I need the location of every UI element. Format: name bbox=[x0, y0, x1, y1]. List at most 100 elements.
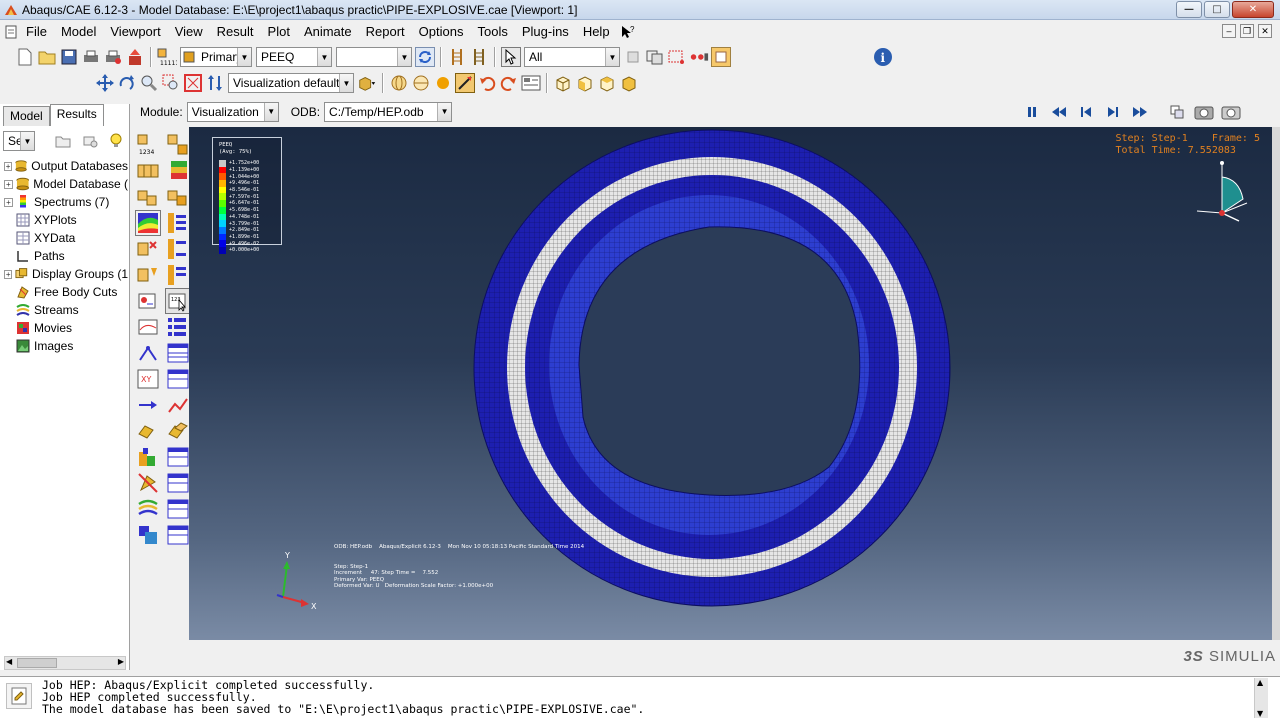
menu-model[interactable]: Model bbox=[54, 21, 103, 43]
view-manager-icon[interactable] bbox=[521, 73, 541, 93]
scroll-right-icon[interactable]: ▶ bbox=[118, 657, 124, 666]
symbol-options-icon[interactable] bbox=[165, 236, 191, 262]
render-cube-icon[interactable] bbox=[357, 73, 377, 93]
ladder-alt-icon[interactable] bbox=[469, 47, 489, 67]
tree-item-streams[interactable]: Streams bbox=[4, 301, 128, 319]
tree-item-display-groups[interactable]: + Display Groups (1 bbox=[4, 265, 128, 283]
zoom-icon[interactable] bbox=[139, 73, 159, 93]
close-button[interactable]: ✕ bbox=[1232, 1, 1274, 18]
plot-undeformed-icon[interactable]: 1234 bbox=[135, 132, 161, 158]
menu-tools[interactable]: Tools bbox=[470, 21, 514, 43]
contour-plot-icon[interactable] bbox=[135, 210, 161, 236]
menu-report[interactable]: Report bbox=[359, 21, 412, 43]
print-icon[interactable] bbox=[81, 47, 101, 67]
menu-help[interactable]: Help bbox=[576, 21, 617, 43]
material-orientation-options-icon[interactable] bbox=[165, 262, 191, 288]
contour-options-icon[interactable] bbox=[165, 210, 191, 236]
first-frame-icon[interactable] bbox=[1049, 102, 1069, 122]
rotate-icon[interactable] bbox=[117, 73, 137, 93]
open-folder-icon[interactable] bbox=[37, 47, 57, 67]
tree-item-xyplots[interactable]: XYPlots bbox=[4, 211, 128, 229]
plot-deformed-icon[interactable] bbox=[165, 132, 191, 158]
mdi-close-button[interactable]: ✕ bbox=[1258, 24, 1272, 38]
mdi-minimize-button[interactable]: – bbox=[1222, 24, 1236, 38]
filled-icon[interactable] bbox=[433, 73, 453, 93]
expand-icon[interactable]: + bbox=[4, 161, 13, 171]
maximize-button[interactable]: □ bbox=[1204, 1, 1230, 18]
hidden-line-icon[interactable] bbox=[411, 73, 431, 93]
menu-plugins[interactable]: Plug-ins bbox=[515, 21, 576, 43]
overlay-plot-icon[interactable]: 123 bbox=[165, 288, 191, 314]
session-combo[interactable]: Session ▼ bbox=[3, 131, 35, 151]
options-manager-icon[interactable] bbox=[165, 522, 191, 548]
scroll-down-icon[interactable]: ▼ bbox=[1257, 709, 1263, 718]
mdi-restore-button[interactable]: ❐ bbox=[1240, 24, 1254, 38]
tree-item-paths[interactable]: Paths bbox=[4, 247, 128, 265]
select-overlap-icon[interactable] bbox=[645, 47, 665, 67]
menu-animate[interactable]: Animate bbox=[297, 21, 359, 43]
selection-options-icon[interactable] bbox=[623, 47, 643, 67]
minimize-button[interactable]: — bbox=[1176, 1, 1202, 18]
menu-plot[interactable]: Plot bbox=[261, 21, 297, 43]
menu-result[interactable]: Result bbox=[210, 21, 261, 43]
previous-frame-icon[interactable] bbox=[1076, 102, 1096, 122]
info-icon[interactable]: i bbox=[873, 47, 893, 67]
menu-viewport[interactable]: Viewport bbox=[103, 21, 167, 43]
tree-item-free-body-cuts[interactable]: Free Body Cuts bbox=[4, 283, 128, 301]
lightbulb-icon[interactable] bbox=[106, 131, 126, 151]
display-options-icon[interactable] bbox=[135, 522, 161, 548]
scroll-thumb[interactable] bbox=[17, 658, 57, 668]
refresh-icon[interactable] bbox=[415, 47, 435, 67]
allow-multiple-plots-icon[interactable] bbox=[135, 288, 161, 314]
view-cut-manager-icon[interactable] bbox=[165, 444, 191, 470]
box-zoom-icon[interactable] bbox=[161, 73, 181, 93]
save-icon[interactable] bbox=[59, 47, 79, 67]
scroll-up-icon[interactable]: ▲ bbox=[1257, 678, 1263, 687]
select-elements-icon[interactable] bbox=[689, 47, 709, 67]
last-frame-icon[interactable] bbox=[1130, 102, 1150, 122]
variable-name-combo[interactable]: PEEQ ▼ bbox=[256, 47, 332, 67]
symbol-plot-icon[interactable] bbox=[135, 236, 161, 262]
capture-animation-icon[interactable] bbox=[1194, 102, 1214, 122]
tab-model[interactable]: Model bbox=[3, 106, 50, 126]
cycle-views-icon[interactable] bbox=[205, 73, 225, 93]
display-group-manager-icon[interactable] bbox=[165, 418, 191, 444]
create-xy-data-icon[interactable] bbox=[135, 340, 161, 366]
xy-plot-manager-icon[interactable] bbox=[165, 366, 191, 392]
wireframe-icon[interactable] bbox=[389, 73, 409, 93]
message-scrollbar[interactable]: ▲ ▼ bbox=[1254, 678, 1268, 718]
highlight-box-icon[interactable] bbox=[711, 47, 731, 67]
tab-results[interactable]: Results bbox=[49, 104, 104, 126]
plot-contours-deformed-icon[interactable] bbox=[165, 158, 191, 184]
auto-fit-icon[interactable] bbox=[183, 73, 203, 93]
camera-icon[interactable] bbox=[1221, 102, 1241, 122]
view-cut-icon[interactable] bbox=[135, 444, 161, 470]
module-combo[interactable]: Visualization ▼ bbox=[186, 101, 279, 122]
stream-plot-icon[interactable] bbox=[135, 496, 161, 522]
stream-manager-icon[interactable] bbox=[165, 496, 191, 522]
menu-options[interactable]: Options bbox=[412, 21, 471, 43]
plot-symbols-icon[interactable] bbox=[135, 184, 161, 210]
component-combo[interactable]: ▼ bbox=[336, 47, 412, 67]
expand-icon[interactable]: + bbox=[4, 179, 13, 189]
tree-item-movies[interactable]: Movies bbox=[4, 319, 128, 337]
next-frame-icon[interactable] bbox=[1103, 102, 1123, 122]
tree-horizontal-scrollbar[interactable]: ◀ ▶ bbox=[4, 656, 126, 670]
tree-item-model-database[interactable]: + Model Database ( bbox=[4, 175, 128, 193]
scroll-left-icon[interactable]: ◀ bbox=[6, 657, 12, 666]
selection-filter-combo[interactable]: All ▼ bbox=[524, 47, 620, 67]
frame-selector-icon[interactable] bbox=[1167, 102, 1187, 122]
material-orientation-plot-icon[interactable] bbox=[135, 262, 161, 288]
redo-view-icon[interactable] bbox=[499, 73, 519, 93]
xy-curve-icon[interactable] bbox=[165, 392, 191, 418]
select-pointer-icon[interactable] bbox=[501, 47, 521, 67]
context-help-icon[interactable]: ? bbox=[618, 22, 638, 42]
filter-tree-icon[interactable] bbox=[80, 131, 100, 151]
animation-options-icon[interactable] bbox=[165, 314, 191, 340]
tree-item-spectrums[interactable]: + Spectrums (7) bbox=[4, 193, 128, 211]
ladder-icon[interactable] bbox=[447, 47, 467, 67]
create-path-icon[interactable] bbox=[135, 392, 161, 418]
front-view-icon[interactable] bbox=[575, 73, 595, 93]
iso-view-icon[interactable] bbox=[553, 73, 573, 93]
create-display-group-icon[interactable] bbox=[135, 418, 161, 444]
